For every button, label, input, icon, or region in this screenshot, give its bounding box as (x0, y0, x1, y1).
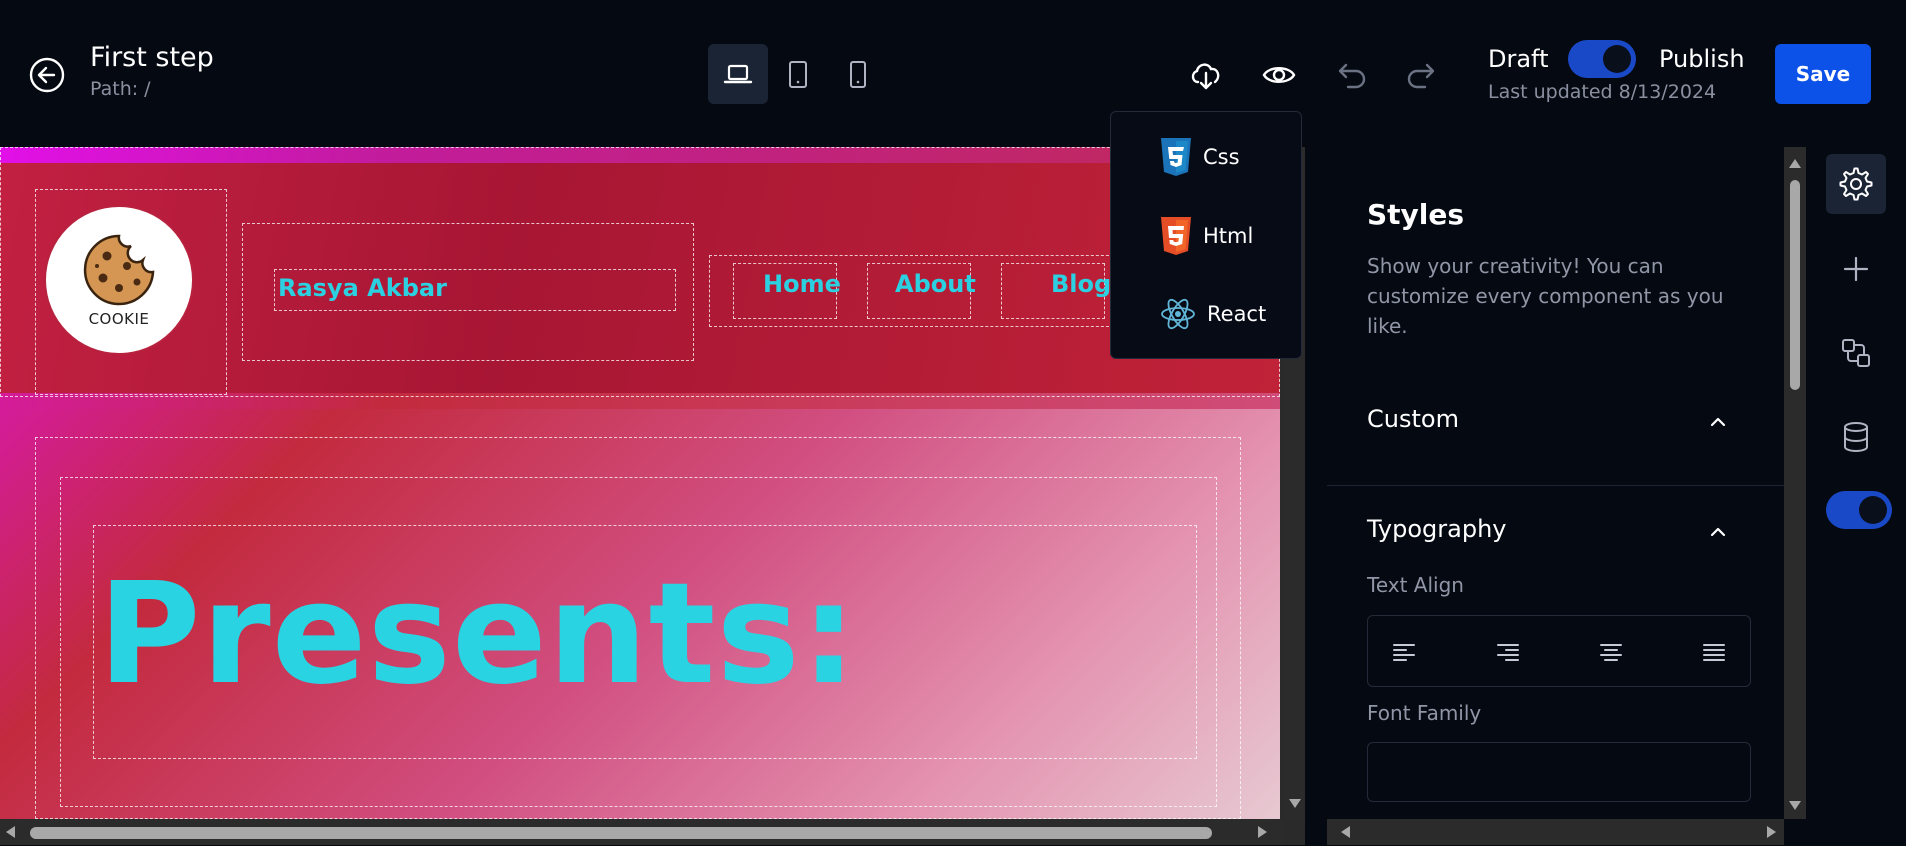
css3-icon (1161, 138, 1191, 176)
font-family-input[interactable] (1367, 742, 1751, 802)
eye-icon (1262, 67, 1296, 83)
panel-description: Show your creativity! You can customize … (1367, 254, 1724, 338)
align-justify-icon[interactable] (1700, 638, 1728, 666)
html5-icon (1161, 217, 1191, 255)
undo-icon (1338, 63, 1366, 89)
section-custom-header[interactable]: Custom (1367, 405, 1459, 433)
publish-toggle[interactable] (1568, 40, 1636, 78)
device-switcher (708, 44, 888, 104)
nav-link-blog[interactable]: Blog (1051, 270, 1111, 298)
brand-name[interactable]: Rasya Akbar (278, 274, 447, 302)
save-button[interactable]: Save (1775, 44, 1871, 104)
top-bar: First step Path: / Draft Publish Last up… (0, 0, 1907, 147)
logo-text: COOKIE (88, 310, 150, 328)
nav-link-about[interactable]: About (895, 270, 976, 298)
export-item-html[interactable]: Html (1159, 216, 1253, 256)
toggle-knob (1603, 45, 1631, 73)
export-item-label: Html (1203, 224, 1254, 248)
scroll-right-arrow[interactable] (1767, 826, 1776, 838)
panel-horizontal-scrollbar[interactable] (1327, 819, 1784, 845)
export-button[interactable] (1187, 56, 1225, 94)
scroll-left-arrow[interactable] (6, 826, 15, 838)
draft-label: Draft (1488, 45, 1549, 73)
last-updated-text: Last updated 8/13/2024 (1488, 81, 1717, 103)
editor-app: First step Path: / Draft Publish Last up… (0, 0, 1907, 846)
database-button[interactable] (1826, 407, 1886, 467)
device-mobile-button[interactable] (828, 44, 888, 104)
download-icon (1191, 63, 1220, 90)
components-icon (1842, 339, 1870, 367)
logo[interactable]: COOKIE (46, 207, 192, 353)
preview-button[interactable] (1260, 56, 1298, 94)
canvas-scroll-thumb[interactable] (30, 827, 1212, 839)
panel-title: Styles (1367, 198, 1465, 231)
scroll-right-arrow[interactable] (1258, 826, 1267, 838)
tablet-icon (789, 61, 807, 88)
redo-button[interactable] (1403, 56, 1441, 94)
components-button[interactable] (1826, 323, 1886, 383)
rail-toggle[interactable] (1826, 491, 1892, 529)
align-center-icon[interactable] (1597, 638, 1625, 666)
hero-title[interactable]: Presents: (98, 565, 858, 705)
toggle-knob (1859, 496, 1887, 524)
gear-icon (1839, 167, 1873, 201)
database-icon (1844, 422, 1868, 452)
export-item-css[interactable]: Css (1159, 137, 1240, 177)
text-align-group (1367, 615, 1751, 687)
page-preview[interactable]: COOKIE Rasya Akbar Home About Blog Prese… (0, 147, 1280, 819)
page-title: First step (90, 42, 214, 73)
settings-button[interactable] (1826, 154, 1886, 214)
redo-icon (1407, 63, 1435, 89)
chevron-up-icon[interactable] (1707, 521, 1729, 543)
export-menu: Css Html React (1110, 111, 1302, 359)
export-item-label: Css (1203, 145, 1240, 169)
styles-panel: Styles Show your creativity! You can cus… (1327, 147, 1784, 845)
undo-button[interactable] (1332, 56, 1370, 94)
device-desktop-button[interactable] (708, 44, 768, 104)
text-align-label: Text Align (1367, 573, 1464, 597)
export-item-react[interactable]: React (1159, 294, 1266, 334)
react-icon (1161, 298, 1195, 330)
plus-icon (1843, 256, 1869, 282)
scroll-left-arrow[interactable] (1341, 826, 1350, 838)
scroll-up-arrow[interactable] (1789, 159, 1801, 168)
cookie-icon (83, 234, 155, 306)
publish-label: Publish (1659, 45, 1745, 73)
scroll-down-arrow[interactable] (1789, 801, 1801, 810)
tool-rail (1806, 147, 1907, 845)
phone-icon (850, 61, 866, 88)
section-divider (1327, 485, 1784, 486)
section-typography-header[interactable]: Typography (1367, 515, 1507, 543)
back-button[interactable] (28, 56, 66, 94)
panel-scroll-thumb[interactable] (1790, 180, 1800, 390)
chevron-up-icon[interactable] (1707, 411, 1729, 433)
font-family-label: Font Family (1367, 701, 1482, 725)
add-button[interactable] (1826, 239, 1886, 299)
laptop-icon (723, 64, 753, 84)
scroll-down-arrow[interactable] (1289, 799, 1301, 808)
device-tablet-button[interactable] (768, 44, 828, 104)
nav-link-home[interactable]: Home (763, 270, 841, 298)
export-item-label: React (1207, 302, 1267, 326)
arrow-left-circle-icon (29, 57, 65, 93)
align-left-icon[interactable] (1390, 638, 1418, 666)
page-path: Path: / (90, 78, 151, 100)
align-right-icon[interactable] (1494, 638, 1522, 666)
